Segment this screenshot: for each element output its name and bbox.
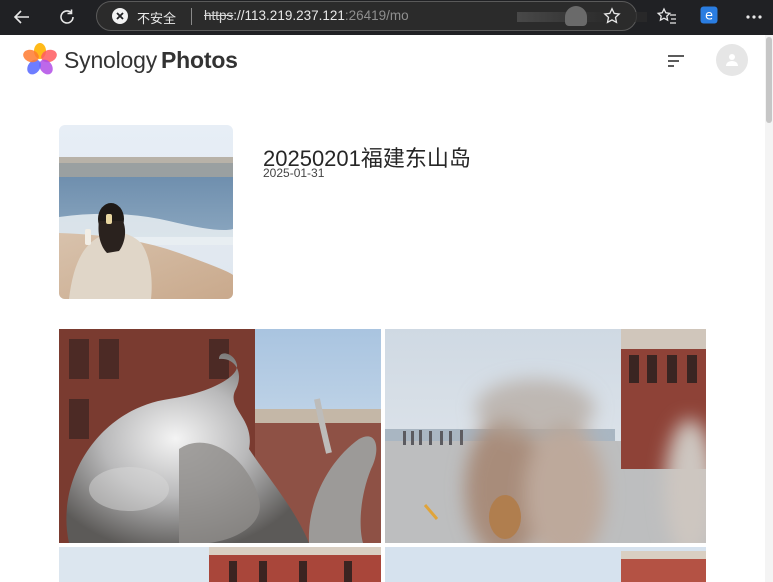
photo-tile[interactable] bbox=[385, 547, 706, 582]
photo-tile[interactable] bbox=[59, 329, 381, 543]
brand-bold: Photos bbox=[161, 47, 238, 73]
photo-tile[interactable] bbox=[385, 329, 706, 543]
album-cover[interactable] bbox=[59, 125, 233, 299]
extension-icon[interactable] bbox=[565, 6, 587, 26]
edge-icon[interactable]: e bbox=[700, 6, 718, 24]
brand-regular: Synology bbox=[64, 47, 158, 73]
url-path: :26419/mo bbox=[344, 8, 409, 23]
address-bar[interactable]: 不安全 https://113.219.237.121:26419/mo bbox=[96, 1, 647, 31]
synology-photos-logo[interactable] bbox=[22, 42, 58, 78]
album-date: 2025-01-31 bbox=[263, 166, 325, 180]
sort-icon[interactable] bbox=[664, 49, 688, 73]
photo-tile[interactable] bbox=[59, 547, 381, 582]
url-text[interactable]: https://113.219.237.121:26419/mo bbox=[204, 8, 554, 23]
warning-icon[interactable] bbox=[111, 7, 129, 25]
app-header: Synology Photos bbox=[0, 35, 765, 88]
avatar[interactable] bbox=[716, 44, 748, 76]
star-icon[interactable] bbox=[603, 7, 621, 25]
page-scrollbar[interactable] bbox=[765, 35, 773, 582]
svg-text:e: e bbox=[705, 9, 713, 24]
url-scheme: https bbox=[204, 8, 234, 23]
more-icon[interactable] bbox=[743, 6, 765, 28]
user-icon bbox=[726, 54, 738, 66]
security-label[interactable]: 不安全 bbox=[137, 8, 176, 27]
scrollbar-thumb[interactable] bbox=[766, 37, 772, 123]
refresh-icon[interactable] bbox=[53, 4, 81, 30]
favorites-icon[interactable] bbox=[656, 6, 678, 28]
brand-name: Synology Photos bbox=[64, 47, 238, 74]
back-icon[interactable] bbox=[8, 4, 36, 30]
address-divider bbox=[191, 8, 192, 25]
url-host: ://113.219.237.121 bbox=[233, 8, 345, 23]
browser-toolbar: 不安全 https://113.219.237.121:26419/mo e bbox=[0, 0, 773, 35]
